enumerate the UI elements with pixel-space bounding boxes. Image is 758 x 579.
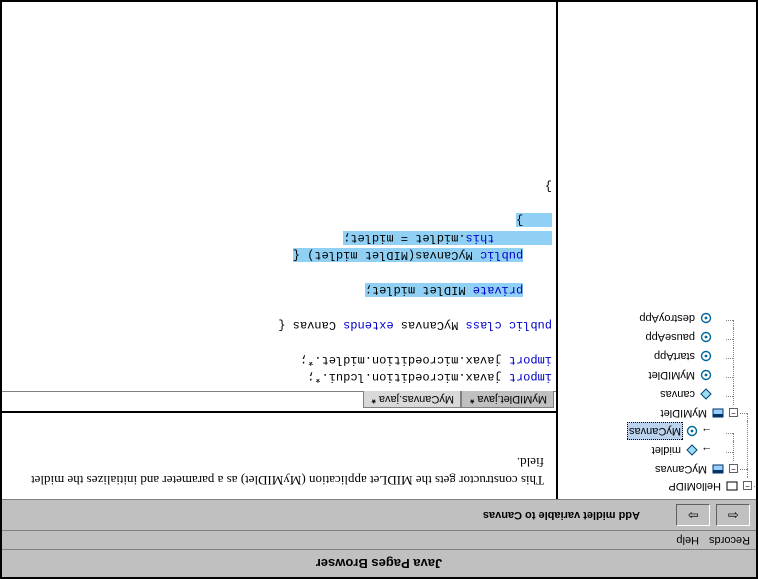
tab-mymidlet[interactable]: MyMIDlet.java* [461, 391, 554, 408]
class-icon [712, 407, 724, 419]
collapse-icon[interactable]: − [729, 409, 738, 418]
tree-method-startapp[interactable]: startApp [652, 348, 724, 364]
editor-tabs: MyMIDlet.java* MyCanvas.java* [2, 391, 556, 411]
field-icon [700, 388, 712, 400]
tree-root[interactable]: − HelloMIDP [666, 478, 752, 494]
toolbar: ⇦ ⇨ Add midlet variable to Canvas [2, 499, 756, 530]
window-title: Java Pages Browser [316, 556, 442, 571]
app-window: Java Pages Browser Records Help ⇦ ⇨ Add … [0, 0, 758, 579]
project-tree: − HelloMIDP − MyCanvas [560, 310, 754, 495]
class-icon [712, 463, 724, 475]
tree-field-canvas[interactable]: canvas [658, 386, 724, 402]
method-icon [700, 331, 712, 343]
field-icon [686, 444, 698, 456]
tree-class-mymidlet[interactable]: − MyMIDlet [659, 405, 738, 421]
method-icon [700, 312, 712, 324]
code-editor[interactable]: import javax.microedition.lcdui.*;import… [2, 2, 556, 391]
project-icon [726, 480, 738, 492]
arrow-right-icon: ⇨ [688, 507, 699, 523]
tree-method-destroyapp[interactable]: destroyApp [637, 310, 724, 326]
tree-field-midlet[interactable]: → midlet [650, 442, 724, 458]
title-bar: Java Pages Browser [2, 549, 756, 577]
content-area: − HelloMIDP − MyCanvas [2, 2, 756, 499]
collapse-icon[interactable]: − [743, 482, 752, 491]
tree-ctor-mycanvas[interactable]: → MyCanvas [627, 422, 724, 440]
page-title: Add midlet variable to Canvas [483, 509, 640, 521]
tree-pane[interactable]: − HelloMIDP − MyCanvas [556, 2, 756, 499]
menu-help[interactable]: Help [676, 534, 699, 546]
arrow-left-icon: ⇦ [728, 507, 739, 523]
menu-records[interactable]: Records [709, 534, 750, 546]
right-panes: This constructor gets the MIDLet applica… [2, 2, 556, 499]
tab-mycanvas[interactable]: MyCanvas.java* [363, 391, 461, 408]
menu-bar: Records Help [2, 530, 756, 549]
tree-ctor-mymidlet[interactable]: MyMIDlet [647, 367, 724, 383]
description-text: This constructor gets the MIDLet applica… [31, 455, 544, 488]
tree-class-mycanvas[interactable]: − MyCanvas [653, 461, 738, 477]
collapse-icon[interactable]: − [729, 465, 738, 474]
forward-button[interactable]: ⇨ [676, 504, 710, 526]
method-icon [686, 425, 698, 437]
tree-method-pauseapp[interactable]: pauseApp [643, 329, 724, 345]
back-button[interactable]: ⇦ [716, 504, 750, 526]
editor-area: MyMIDlet.java* MyCanvas.java* import jav… [2, 2, 556, 411]
description-pane: This constructor gets the MIDLet applica… [2, 411, 556, 499]
method-icon [700, 350, 712, 362]
method-icon [700, 369, 712, 381]
